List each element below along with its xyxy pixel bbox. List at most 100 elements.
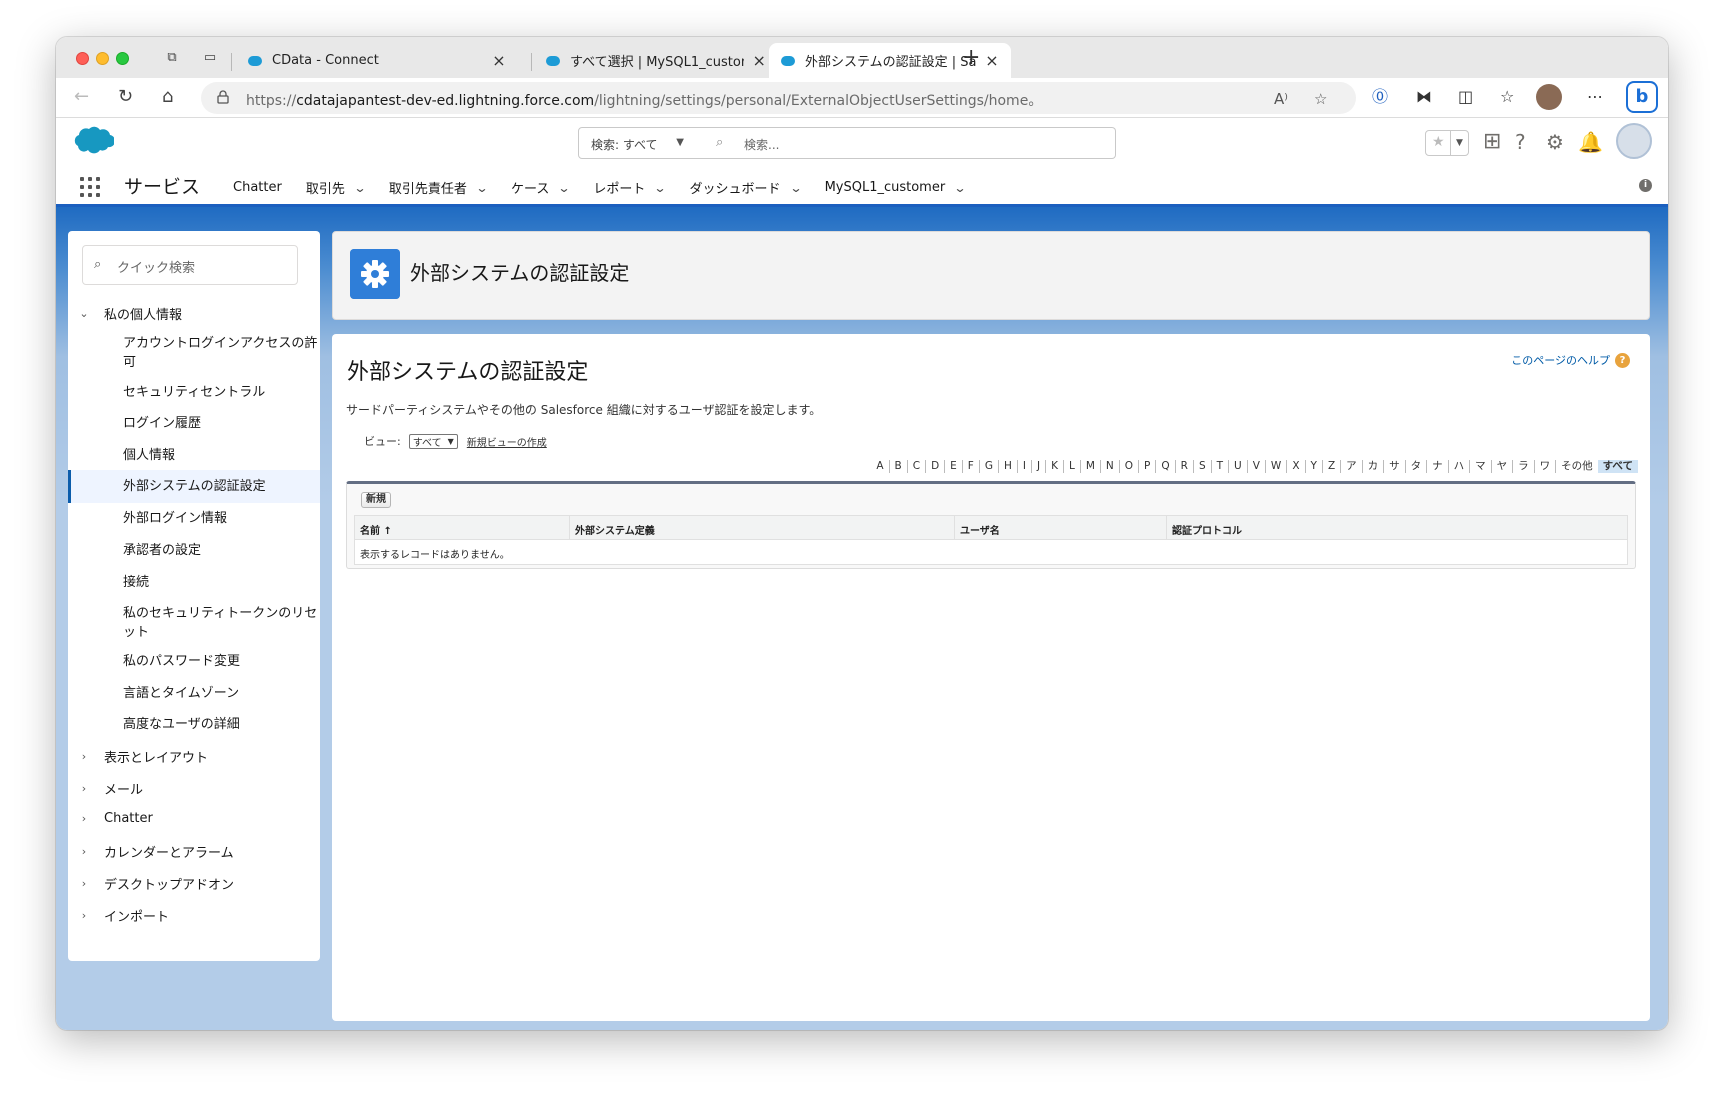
column-header-auth-protocol[interactable]: 認証プロトコル <box>1172 522 1242 537</box>
chevron-right-icon[interactable]: › <box>78 782 90 795</box>
lock-icon[interactable] <box>217 90 229 104</box>
alphabet-filter-item[interactable]: V <box>1246 460 1265 473</box>
chevron-right-icon[interactable]: › <box>78 812 90 825</box>
favorites-icon[interactable]: ☆ <box>1500 88 1514 106</box>
sidebar-item-personal-info[interactable]: 個人情報 <box>123 446 318 465</box>
password-manager-icon[interactable]: ⓪ <box>1372 88 1388 106</box>
chevron-right-icon[interactable]: › <box>78 750 90 763</box>
alphabet-filter-item[interactable]: タ <box>1404 460 1427 473</box>
tab-mysql1-customer[interactable]: すべて選択 | MySQL1_customer × <box>534 43 766 78</box>
more-menu-icon[interactable]: ⋯ <box>1587 88 1603 106</box>
sidebar-item-external-auth-settings[interactable]: 外部システムの認証設定 <box>68 470 320 503</box>
alphabet-filter-item[interactable]: L <box>1063 460 1080 473</box>
column-header-username[interactable]: ユーザ名 <box>960 522 1000 537</box>
alphabet-filter-item[interactable]: ハ <box>1447 460 1470 473</box>
view-select[interactable]: すべて ▼ <box>408 433 458 449</box>
sidebar-item-security-central[interactable]: セキュリティセントラル <box>123 383 318 402</box>
help-for-this-page-link[interactable]: このページのヘルプ? <box>1511 352 1630 368</box>
chevron-down-icon[interactable]: ⌄ <box>558 181 571 195</box>
alphabet-filter-item[interactable]: O <box>1118 460 1138 473</box>
chevron-down-icon[interactable]: ⌄ <box>78 307 90 320</box>
alphabet-filter-item[interactable]: K <box>1045 460 1063 473</box>
alphabet-filter-item[interactable]: R <box>1174 460 1193 473</box>
split-screen-icon[interactable]: ◫ <box>1458 88 1473 106</box>
column-header-name[interactable]: 名前 ↑ <box>360 522 392 537</box>
alphabet-filter-item[interactable]: ナ <box>1426 460 1448 473</box>
chevron-right-icon[interactable]: › <box>78 877 90 890</box>
section-chatter[interactable]: › Chatter <box>78 811 153 826</box>
sidebar-item-reset-security-token[interactable]: 私のセキュリティトークンのリセット <box>123 604 318 642</box>
favorite-star-icon[interactable]: ☆ <box>1314 90 1327 108</box>
close-tab-icon[interactable]: × <box>985 51 999 70</box>
chevron-down-icon[interactable]: ⌄ <box>353 181 366 195</box>
sidebar-item-language-timezone[interactable]: 言語とタイムゾーン <box>123 684 318 703</box>
nav-item-dashboards[interactable]: ダッシュボード ⌄ <box>689 178 802 198</box>
read-aloud-icon[interactable]: A⁾ <box>1274 90 1288 108</box>
alphabet-filter-item[interactable]: すべて <box>1597 460 1638 473</box>
chevron-right-icon[interactable]: › <box>78 845 90 858</box>
nav-item-accounts[interactable]: 取引先 ⌄ <box>306 178 367 198</box>
alphabet-filter-item[interactable]: Z <box>1321 460 1340 473</box>
tab-actions-icon[interactable]: ▭ <box>202 51 218 65</box>
alphabet-filter-item[interactable]: A <box>871 460 888 473</box>
close-tab-icon[interactable]: × <box>492 51 506 70</box>
alphabet-filter-item[interactable]: W <box>1264 460 1286 473</box>
app-launcher-icon[interactable] <box>80 177 100 197</box>
zoom-window-button[interactable] <box>116 52 129 65</box>
alphabet-filter-item[interactable]: カ <box>1361 460 1384 473</box>
sidebar-item-connections[interactable]: 接続 <box>123 573 318 592</box>
alphabet-filter-item[interactable]: ヤ <box>1490 460 1513 473</box>
alphabet-filter-item[interactable]: ワ <box>1533 460 1556 473</box>
tab-cdata-connect[interactable]: CData - Connect × <box>236 43 526 78</box>
chevron-down-icon[interactable]: ⌄ <box>954 181 967 195</box>
favorites-button[interactable]: ★ ▼ <box>1425 130 1469 156</box>
alphabet-filter-item[interactable]: E <box>944 460 962 473</box>
back-icon[interactable]: ← <box>74 87 89 107</box>
alphabet-filter-item[interactable]: その他 <box>1555 460 1598 473</box>
global-actions-icon[interactable]: ⊞ <box>1483 131 1501 153</box>
close-tab-icon[interactable]: × <box>752 51 766 70</box>
alphabet-filter-item[interactable]: I <box>1016 460 1031 473</box>
alphabet-filter-item[interactable]: サ <box>1383 460 1405 473</box>
caret-down-icon[interactable]: ▼ <box>1450 131 1468 155</box>
sidebar-item-advanced-user-details[interactable]: 高度なユーザの詳細 <box>123 715 318 734</box>
sidebar-item-change-password[interactable]: 私のパスワード変更 <box>123 652 318 671</box>
alphabet-filter-item[interactable]: Q <box>1155 460 1174 473</box>
column-header-external-system[interactable]: 外部システム定義 <box>575 522 655 537</box>
user-avatar[interactable] <box>1616 123 1652 159</box>
nav-item-reports[interactable]: レポート ⌄ <box>593 178 667 198</box>
url-text[interactable]: https://cdatajapantest-dev-ed.lightning.… <box>246 90 1042 110</box>
alphabet-filter-item[interactable]: G <box>978 460 998 473</box>
sidebar-item-login-history[interactable]: ログイン履歴 <box>123 414 318 433</box>
chevron-down-icon[interactable]: ⌄ <box>475 181 488 195</box>
global-search-input[interactable]: ⌕ 検索... <box>694 127 1116 159</box>
alphabet-filter-item[interactable]: ラ <box>1512 460 1534 473</box>
bing-chat-icon[interactable]: b <box>1626 81 1658 113</box>
alphabet-filter-item[interactable]: T <box>1210 460 1228 473</box>
alphabet-filter-item[interactable]: X <box>1286 460 1304 473</box>
alphabet-filter-item[interactable]: ア <box>1340 460 1362 473</box>
section-desktop-addons[interactable]: › デスクトップアドオン <box>78 874 234 893</box>
question-icon[interactable]: ? <box>1615 352 1630 368</box>
salesforce-logo[interactable] <box>72 124 114 154</box>
alphabet-filter-item[interactable]: U <box>1228 460 1247 473</box>
new-button[interactable]: 新規 <box>361 492 391 508</box>
search-scope-select[interactable]: 検索: すべて ▼ <box>578 127 695 159</box>
workspaces-icon[interactable]: ⧉ <box>164 51 180 65</box>
alphabet-filter-item[interactable]: C <box>906 460 925 473</box>
alphabet-filter-item[interactable]: J <box>1031 460 1045 473</box>
alphabet-filter-item[interactable]: S <box>1192 460 1211 473</box>
alphabet-filter-item[interactable]: P <box>1138 460 1155 473</box>
home-icon[interactable]: ⌂ <box>162 87 173 107</box>
chevron-down-icon[interactable]: ⌄ <box>789 181 802 195</box>
nav-item-contacts[interactable]: 取引先責任者 ⌄ <box>389 178 489 198</box>
nav-item-chatter[interactable]: Chatter <box>233 178 282 197</box>
alphabet-filter-item[interactable]: マ <box>1469 460 1491 473</box>
alphabet-filter-item[interactable]: Y <box>1304 460 1322 473</box>
section-display-layout[interactable]: › 表示とレイアウト <box>78 747 208 766</box>
extensions-icon[interactable]: ⧓ <box>1416 88 1432 106</box>
new-tab-button[interactable]: + <box>962 47 980 69</box>
alphabet-filter-item[interactable]: M <box>1079 460 1100 473</box>
alphabet-filter-item[interactable]: N <box>1099 460 1119 473</box>
alphabet-filter-item[interactable]: H <box>997 460 1017 473</box>
